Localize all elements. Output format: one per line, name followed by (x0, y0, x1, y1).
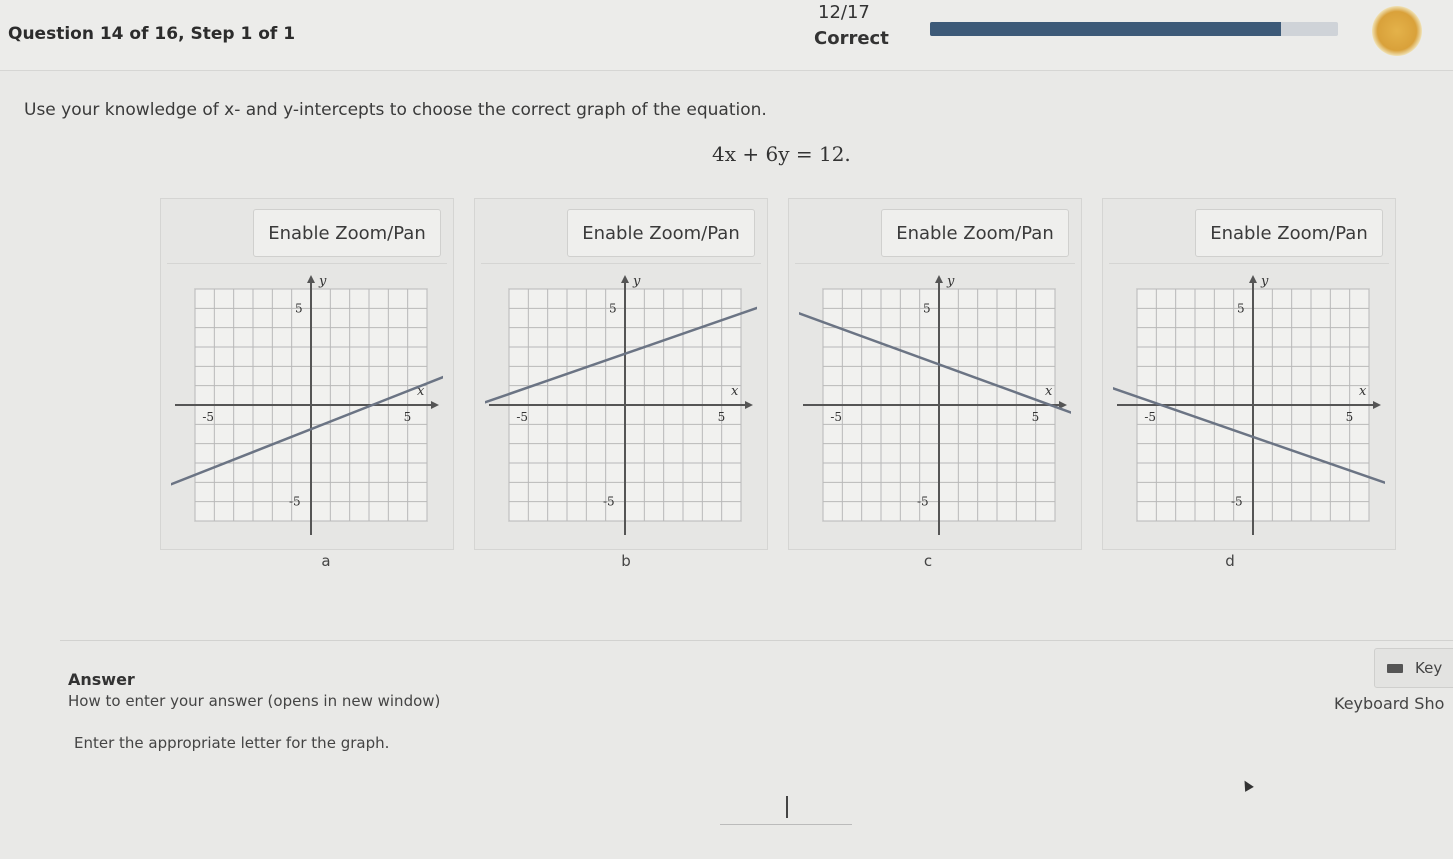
top-bar: Question 14 of 16, Step 1 of 1 12/17 Cor… (0, 0, 1453, 71)
y-axis-label: y (318, 274, 327, 289)
y-axis-arrow (307, 275, 315, 283)
x-tick-label: -5 (830, 410, 842, 424)
keyboard-shortcuts-link[interactable]: Keyboard Sho (1334, 694, 1444, 713)
x-tick-label: -5 (516, 410, 528, 424)
x-tick-label: 5 (718, 410, 726, 424)
divider (60, 640, 1453, 641)
answer-prompt: Enter the appropriate letter for the gra… (74, 734, 390, 752)
achievement-badge-icon (1372, 6, 1422, 56)
graph-d[interactable]: 5 -5 5 -5 x y (1113, 269, 1385, 541)
keyboard-button-label: Key (1415, 659, 1443, 677)
enable-zoom-pan-button[interactable]: Enable Zoom/Pan (567, 209, 755, 257)
score-counter: 12/17 (818, 2, 870, 23)
divider (167, 263, 447, 264)
x-axis-label: x (731, 384, 739, 399)
x-axis-arrow (431, 401, 439, 409)
x-tick-label: 5 (1346, 410, 1354, 424)
graph-card-a: Enable Zoom/Pan 5 -5 5 -5 x y (160, 198, 454, 550)
x-axis-arrow (745, 401, 753, 409)
divider (1109, 263, 1389, 264)
graph-b[interactable]: 5 -5 5 -5 x y (485, 269, 757, 541)
y-tick-label: -5 (603, 495, 615, 509)
x-tick-label: 5 (1032, 410, 1040, 424)
graph-letter-c: c (923, 552, 933, 570)
divider (795, 263, 1075, 264)
y-axis-label: y (946, 274, 955, 289)
enable-zoom-pan-button[interactable]: Enable Zoom/Pan (253, 209, 441, 257)
x-tick-label: 5 (404, 410, 412, 424)
graph-card-c: Enable Zoom/Pan 5 -5 5 -5 x y (788, 198, 1082, 550)
x-axis-label: x (1045, 384, 1053, 399)
y-tick-label: -5 (289, 495, 301, 509)
y-axis-label: y (632, 274, 641, 289)
progress-fill (930, 22, 1281, 36)
answer-heading: Answer (68, 670, 135, 689)
y-axis-label: y (1260, 274, 1269, 289)
mouse-cursor-icon (1240, 778, 1254, 792)
graph-card-d: Enable Zoom/Pan 5 -5 5 -5 x y (1102, 198, 1396, 550)
progress-bar (930, 22, 1338, 36)
question-label: Question 14 of 16, Step 1 of 1 (8, 24, 296, 44)
x-axis-label: x (417, 384, 425, 399)
y-tick-label: 5 (295, 301, 303, 315)
y-tick-label: 5 (609, 301, 617, 315)
y-tick-label: 5 (923, 301, 931, 315)
keyboard-icon (1387, 663, 1403, 673)
y-tick-label: -5 (917, 495, 929, 509)
graph-letter-a: a (321, 552, 331, 570)
question-instruction: Use your knowledge of x- and y-intercept… (24, 100, 767, 120)
text-caret (786, 796, 788, 818)
graph-card-b: Enable Zoom/Pan 5 -5 5 -5 x y (474, 198, 768, 550)
y-axis-arrow (621, 275, 629, 283)
keyboard-button[interactable]: Key (1374, 648, 1453, 688)
enable-zoom-pan-button[interactable]: Enable Zoom/Pan (881, 209, 1069, 257)
y-axis-arrow (1249, 275, 1257, 283)
equation: 4x + 6y = 12. (712, 142, 851, 166)
x-tick-label: -5 (1144, 410, 1156, 424)
graph-a[interactable]: 5 -5 5 -5 x y (171, 269, 443, 541)
x-tick-label: -5 (202, 410, 214, 424)
divider (481, 263, 761, 264)
graph-letter-b: b (621, 552, 631, 570)
status-text: Correct (814, 28, 889, 49)
graph-letter-d: d (1225, 552, 1235, 570)
y-tick-label: 5 (1237, 301, 1245, 315)
x-axis-arrow (1373, 401, 1381, 409)
graph-c[interactable]: 5 -5 5 -5 x y (799, 269, 1071, 541)
y-tick-label: -5 (1231, 495, 1243, 509)
x-axis-label: x (1359, 384, 1367, 399)
y-axis-arrow (935, 275, 943, 283)
how-to-enter-answer-link[interactable]: How to enter your answer (opens in new w… (68, 692, 440, 710)
enable-zoom-pan-button[interactable]: Enable Zoom/Pan (1195, 209, 1383, 257)
